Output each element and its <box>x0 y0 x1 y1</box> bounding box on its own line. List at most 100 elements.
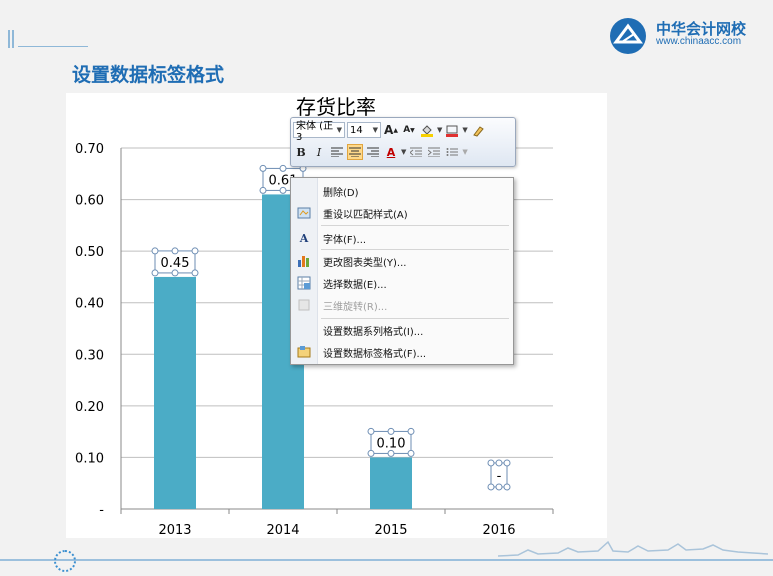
menu-item-label: 选择数据(E)... <box>323 279 387 291</box>
menu-item-select-data[interactable]: 选择数据(E)... <box>291 272 513 294</box>
menu-item-3d-rotation: 三维旋转(R)... <box>291 294 513 316</box>
selection-handle <box>495 459 503 467</box>
grow-font-icon: A <box>384 123 394 137</box>
selection-handle <box>387 427 395 435</box>
y-tick-label: 0.50 <box>75 245 104 260</box>
x-tick-label: 2014 <box>266 523 299 538</box>
chart-title: 存货比率 <box>296 95 376 119</box>
font-size-value: 14 <box>350 124 363 136</box>
selection-handle <box>495 483 503 491</box>
align-right-button[interactable] <box>365 144 381 160</box>
menu-item-format-data-labels[interactable]: 设置数据标签格式(F)... <box>291 341 513 363</box>
bar <box>370 457 412 509</box>
menu-item-delete[interactable]: 删除(D) <box>291 180 513 202</box>
selection-handle <box>191 247 199 255</box>
menu-separator <box>321 225 509 226</box>
align-left-icon <box>331 147 343 157</box>
y-tick-label: 0.40 <box>75 297 104 312</box>
none-icon <box>291 180 317 202</box>
menu-item-label: 删除(D) <box>323 187 359 199</box>
none-icon <box>291 319 317 341</box>
fill-color-button[interactable] <box>419 122 435 138</box>
logo-icon <box>610 18 646 54</box>
selection-handle <box>279 186 287 194</box>
selection-handle <box>191 269 199 277</box>
logo: 中华会计网校 www.chinaacc.com <box>606 14 766 58</box>
selection-handle <box>407 427 415 435</box>
selection-handle <box>259 186 267 194</box>
font-size-select[interactable]: 14 ▼ <box>347 122 381 138</box>
increase-indent-icon <box>428 147 441 157</box>
selection-handle <box>279 164 287 172</box>
increase-indent-button[interactable] <box>426 144 442 160</box>
context-menu: 删除(D) 重设以匹配样式(A) A 字体(F)... 更改图表类型(Y)...… <box>290 177 514 365</box>
menu-item-label: 设置数据系列格式(I)... <box>323 326 424 338</box>
header-underline <box>18 46 88 47</box>
y-tick-label: 0.10 <box>75 451 104 466</box>
bold-button[interactable]: B <box>293 144 309 160</box>
page-title: 设置数据标签格式 <box>72 65 225 86</box>
format-painter-button[interactable] <box>470 122 486 138</box>
font-name-value: 宋体 (正3 <box>296 121 334 143</box>
menu-item-label: 更改图表类型(Y)... <box>323 257 407 269</box>
outline-color-button[interactable] <box>444 122 460 138</box>
y-tick-label: 0.20 <box>75 400 104 415</box>
align-left-button[interactable] <box>329 144 345 160</box>
bullets-dropdown[interactable]: ▼ <box>462 148 467 156</box>
menu-item-reset-style[interactable]: 重设以匹配样式(A) <box>291 202 513 224</box>
y-tick-label: 0.70 <box>75 142 104 157</box>
header-decoration <box>8 30 16 53</box>
mini-toolbar: 宋体 (正3 ▼ 14 ▼ A ▲ A ▼ ▼ ▼ B I A ▼ ▼ <box>290 117 516 167</box>
font-name-select[interactable]: 宋体 (正3 ▼ <box>293 121 345 143</box>
format-painter-icon <box>472 126 484 137</box>
reset-style-icon <box>291 202 317 224</box>
menu-item-label: 字体(F)... <box>323 234 367 246</box>
menu-item-change-chart-type[interactable]: 更改图表类型(Y)... <box>291 250 513 272</box>
selection-handle <box>503 483 511 491</box>
align-center-button[interactable] <box>347 144 363 160</box>
chevron-down-icon: ▼ <box>336 126 342 134</box>
italic-button[interactable]: I <box>311 144 327 160</box>
bullets-button[interactable] <box>444 144 460 160</box>
data-label: 0.10 <box>377 436 406 451</box>
selection-handle <box>151 247 159 255</box>
menu-item-label: 三维旋转(R)... <box>323 301 388 313</box>
rotate-3d-icon <box>291 294 317 316</box>
selection-handle <box>387 449 395 457</box>
selection-handle <box>171 247 179 255</box>
pen-outline-icon <box>446 125 459 137</box>
select-data-icon <box>291 272 317 294</box>
selection-handle <box>503 459 511 467</box>
menu-item-format-series[interactable]: 设置数据系列格式(I)... <box>291 319 513 341</box>
font-icon: A <box>299 231 309 245</box>
selection-handle <box>487 483 495 491</box>
x-tick-label: 2015 <box>374 523 407 538</box>
logo-url: www.chinaacc.com <box>656 36 742 47</box>
align-center-icon <box>349 147 361 157</box>
x-tick-label: 2013 <box>158 523 191 538</box>
selection-handle <box>407 449 415 457</box>
y-tick-label: - <box>99 503 104 518</box>
decrease-indent-button[interactable] <box>408 144 424 160</box>
format-label-icon <box>291 341 317 363</box>
font-color-dropdown[interactable]: ▼ <box>401 148 406 156</box>
decrease-indent-icon <box>410 147 423 157</box>
selection-handle <box>367 427 375 435</box>
selection-handle <box>259 164 267 172</box>
outline-color-dropdown[interactable]: ▼ <box>462 126 467 134</box>
selection-handle <box>151 269 159 277</box>
selection-handle <box>367 449 375 457</box>
chevron-down-icon: ▼ <box>372 126 378 134</box>
menu-item-font[interactable]: A 字体(F)... <box>291 227 513 249</box>
fill-color-dropdown[interactable]: ▼ <box>437 126 442 134</box>
footer-circle-icon <box>54 550 76 572</box>
y-tick-label: 0.60 <box>75 194 104 209</box>
font-color-button[interactable]: A <box>383 144 399 160</box>
grow-font-button[interactable]: A ▲ <box>383 122 399 138</box>
data-label: - <box>497 469 502 484</box>
align-right-icon <box>367 147 379 157</box>
shrink-font-button[interactable]: A ▼ <box>401 122 417 138</box>
bar <box>154 276 196 509</box>
menu-item-label: 设置数据标签格式(F)... <box>323 348 427 360</box>
chart-type-icon <box>291 250 317 272</box>
